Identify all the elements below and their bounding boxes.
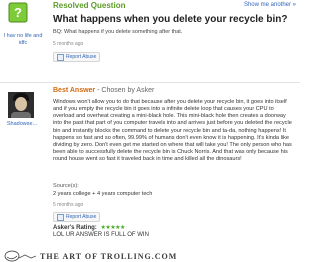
troll-face-icon — [4, 250, 37, 262]
answer-timestamp: 5 months ago — [53, 202, 84, 208]
answer-body: Windows won't allow you to do that becau… — [53, 99, 292, 163]
sources-label: Source(s): — [53, 183, 79, 189]
section-divider — [0, 82, 300, 83]
question-timestamp: 5 months ago — [53, 41, 84, 47]
report-abuse-label: Report Abuse — [66, 54, 97, 60]
flag-icon — [57, 213, 64, 221]
show-another-link[interactable]: Show me another » — [244, 2, 296, 8]
asker-rating-comment: LOL UR ANSWER IS FULL OF WIN — [53, 232, 149, 238]
question-header: ? Resolved Question Show me another » — [0, 0, 300, 23]
asker-rating: Asker's Rating: ★★★★★ — [53, 224, 125, 231]
site-watermark: THE ART OF TROLLING.COM — [0, 250, 300, 262]
asker-name-link[interactable]: I hav no life and idfc — [0, 33, 46, 47]
site-logo-text: THE ART OF TROLLING.COM — [40, 252, 178, 261]
resolved-question-heading: Resolved Question — [53, 1, 126, 10]
question-report-abuse-button[interactable]: Report Abuse — [53, 52, 101, 62]
sources-value: 2 years college + 4 years computer tech — [53, 191, 153, 197]
question-title: What happens when you delete your recycl… — [53, 14, 288, 25]
best-answer-heading: Best Answer - Chosen by Asker — [53, 87, 154, 94]
report-abuse-label: Report Abuse — [66, 214, 97, 220]
best-answer-label: Best Answer — [53, 87, 96, 94]
asker-rating-label: Asker's Rating: — [53, 225, 97, 231]
flag-icon — [57, 53, 64, 61]
question-mark-icon: ? — [8, 2, 28, 23]
chosen-by-label: Chosen by Asker — [101, 87, 155, 94]
answer-report-abuse-button[interactable]: Report Abuse — [53, 212, 101, 222]
answerer-avatar[interactable] — [8, 92, 34, 118]
show-another-label: Show me another » — [243, 2, 296, 8]
answerer-name-link[interactable]: Shadowse... — [0, 121, 44, 127]
question-detail: BQ: What happens if you delete something… — [53, 29, 183, 35]
rating-stars-icon: ★★★★★ — [100, 225, 125, 231]
svg-text:?: ? — [14, 5, 22, 20]
